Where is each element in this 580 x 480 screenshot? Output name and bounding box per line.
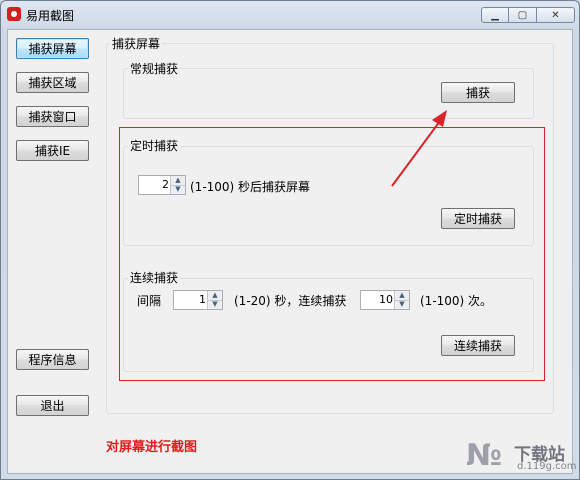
normal-capture-label: 常规捕获 [128, 60, 181, 77]
capture-ie-button[interactable]: 捕获IE [16, 140, 89, 161]
capture-screen-button[interactable]: 捕获屏幕 [16, 38, 89, 59]
capture-screen-section-title: 捕获屏幕 [110, 35, 163, 52]
window-title: 易用截图 [26, 9, 75, 23]
highlight-frame [119, 127, 545, 381]
program-info-button[interactable]: 程序信息 [16, 349, 89, 370]
capture-region-button[interactable]: 捕获区域 [16, 72, 89, 93]
maximize-button[interactable]: ▢ [509, 7, 537, 23]
watermark-url: d.119g.com [517, 461, 577, 472]
watermark-logo: № [466, 438, 503, 473]
title-bar[interactable]: 易用截图 ▁ ▢ ✕ [1, 1, 579, 29]
camera-icon [7, 7, 21, 21]
capture-button[interactable]: 捕获 [441, 82, 515, 103]
exit-button[interactable]: 退出 [16, 395, 89, 416]
annotation-caption: 对屏幕进行截图 [106, 440, 198, 455]
minimize-button[interactable]: ▁ [481, 7, 509, 23]
capture-window-button[interactable]: 捕获窗口 [16, 106, 89, 127]
close-button[interactable]: ✕ [537, 7, 575, 23]
